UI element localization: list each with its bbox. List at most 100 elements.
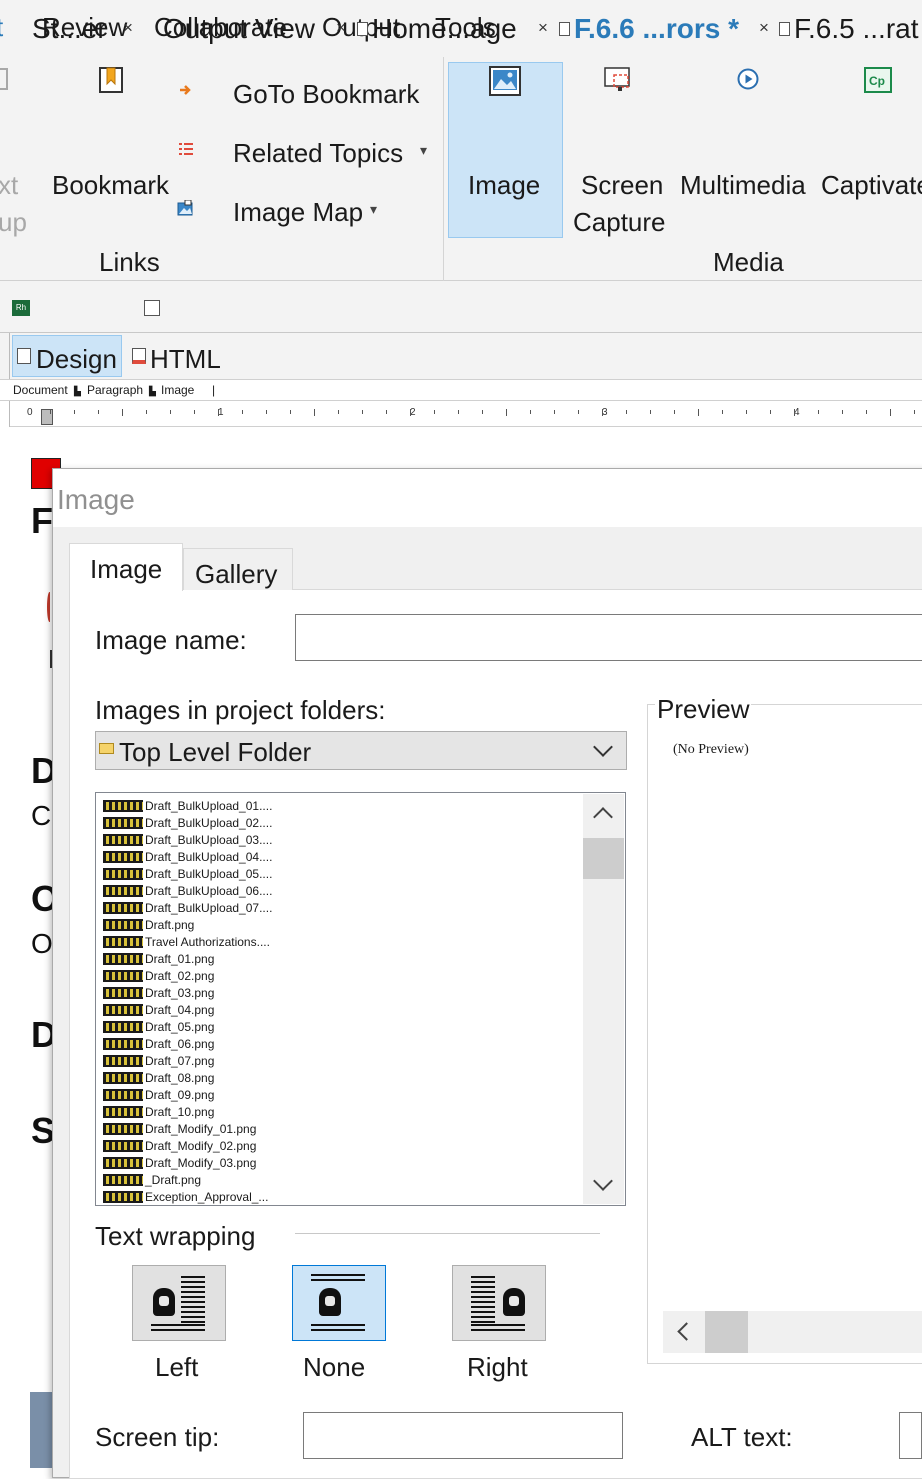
- list-item[interactable]: Draft_BulkUpload_03....: [103, 831, 272, 848]
- image-name-input[interactable]: [295, 614, 922, 661]
- image-file-icon: [103, 1156, 143, 1169]
- image-button-label: Image: [468, 170, 541, 200]
- breadcrumb-document[interactable]: Document: [13, 383, 68, 397]
- goto-bookmark-button[interactable]: GoTo Bookmark: [233, 79, 419, 110]
- list-item[interactable]: Draft_04.png: [103, 1001, 214, 1018]
- list-item[interactable]: Draft.png: [103, 916, 194, 933]
- breadcrumb-paragraph[interactable]: Paragraph: [87, 383, 143, 397]
- file-name: Draft_BulkUpload_03....: [145, 832, 273, 847]
- scrollbar-thumb[interactable]: [705, 1311, 748, 1353]
- list-item[interactable]: Draft_09.png: [103, 1086, 214, 1103]
- close-icon[interactable]: ×: [123, 18, 133, 38]
- list-item[interactable]: Draft_Modify_01.png: [103, 1120, 256, 1137]
- file-name: Draft_BulkUpload_01....: [145, 798, 273, 813]
- close-icon[interactable]: ×: [538, 18, 548, 38]
- image-file-icon: [103, 1173, 143, 1186]
- captivate-button[interactable]: Captivate: [821, 170, 922, 201]
- list-item[interactable]: Exception_Approval_...: [103, 1188, 268, 1205]
- image-file-list[interactable]: Draft_BulkUpload_01.... Draft_BulkUpload_…: [95, 792, 626, 1206]
- list-item[interactable]: Draft_Modify_03.png: [103, 1154, 256, 1171]
- ruler-tick: [770, 410, 771, 414]
- ruler-tick: [122, 409, 123, 416]
- image-file-icon: [103, 918, 143, 931]
- list-item[interactable]: Travel Authorizations....: [103, 933, 270, 950]
- doc-tab-f65[interactable]: F.6.5 ...rat: [779, 13, 919, 45]
- list-item[interactable]: Draft_07.png: [103, 1052, 214, 1069]
- doc-tab-home[interactable]: Home...age: [357, 13, 517, 45]
- list-item[interactable]: Draft_06.png: [103, 1035, 214, 1052]
- wrap-none-button[interactable]: [292, 1265, 386, 1341]
- bookmark-icon[interactable]: [98, 66, 126, 94]
- list-item[interactable]: Draft_BulkUpload_06....: [103, 882, 272, 899]
- ruler-tick: [554, 410, 555, 414]
- list-item[interactable]: Draft_01.png: [103, 950, 214, 967]
- list-item[interactable]: _Draft.png: [103, 1171, 201, 1188]
- editor-heading-fragment: F: [31, 500, 53, 541]
- html-view-tab[interactable]: HTML: [150, 344, 221, 375]
- document-tabs-bar: [0, 281, 922, 333]
- image-file-icon: [103, 969, 143, 982]
- dialog-titlebar[interactable]: [53, 469, 922, 527]
- multimedia-button[interactable]: Multimedia: [680, 170, 806, 201]
- wrap-left-button[interactable]: [132, 1265, 226, 1341]
- scrollbar-thumb[interactable]: [583, 838, 624, 879]
- folder-select-value: Top Level Folder: [119, 737, 312, 767]
- list-item[interactable]: Draft_02.png: [103, 967, 214, 984]
- doc-tab-active[interactable]: F.6.6 ...rors *: [559, 13, 739, 45]
- doc-tab-home-label: Home...age: [372, 13, 517, 44]
- file-name: Draft_09.png: [145, 1087, 215, 1102]
- wrap-none-icon: [319, 1288, 341, 1316]
- tab-image[interactable]: Image: [69, 543, 183, 591]
- captivate-icon: Cp: [864, 67, 892, 93]
- preview-box: [647, 704, 922, 1364]
- wrap-left-label: Left: [155, 1352, 199, 1382]
- ruler-tick: [842, 410, 843, 414]
- bookmark-button[interactable]: Bookmark: [52, 170, 169, 201]
- image-map-dropdown-icon[interactable]: ▾: [370, 201, 377, 218]
- list-item[interactable]: Draft_Modify_02.png: [103, 1137, 256, 1154]
- list-item[interactable]: Draft_10.png: [103, 1103, 214, 1120]
- image-file-icon: [103, 1122, 143, 1135]
- doc-tab-f65-label: F.6.5 ...rat: [794, 13, 919, 44]
- file-name: Exception_Approval_...: [145, 1189, 269, 1204]
- screen-capture-button-line2[interactable]: Capture: [573, 207, 666, 238]
- doc-tab-start[interactable]: St...er: [32, 13, 107, 45]
- close-icon[interactable]: ×: [759, 18, 769, 38]
- editor-fragment-block: [30, 1392, 54, 1468]
- list-item[interactable]: Draft_BulkUpload_07....: [103, 899, 272, 916]
- file-name: Draft_BulkUpload_04....: [145, 849, 273, 864]
- list-item[interactable]: Draft_BulkUpload_04....: [103, 848, 272, 865]
- ruler-tick: [458, 410, 459, 414]
- list-item[interactable]: Draft_BulkUpload_01....: [103, 797, 272, 814]
- images-in-folders-label: Images in project folders:: [95, 695, 386, 725]
- list-item[interactable]: Draft_BulkUpload_05....: [103, 865, 272, 882]
- ribbon-faded-fragment-1: xt: [0, 170, 19, 200]
- multimedia-icon: [737, 68, 759, 90]
- list-item[interactable]: Draft_BulkUpload_02....: [103, 814, 272, 831]
- related-topics-button[interactable]: Related Topics: [233, 138, 403, 169]
- related-topics-dropdown-icon[interactable]: ▾: [420, 142, 427, 159]
- image-map-button[interactable]: Image Map: [233, 197, 363, 228]
- text-lines-icon: [311, 1274, 365, 1284]
- indent-marker-icon[interactable]: [41, 409, 53, 425]
- tab-gallery[interactable]: Gallery: [183, 548, 293, 590]
- list-item[interactable]: Draft_08.png: [103, 1069, 214, 1086]
- ruler-tick: [194, 410, 195, 414]
- list-item[interactable]: Draft_03.png: [103, 984, 214, 1001]
- ruler-tick: [794, 409, 795, 416]
- ruler-tick: [362, 410, 363, 414]
- screen-tip-input[interactable]: [303, 1412, 623, 1459]
- alt-text-input[interactable]: [899, 1412, 922, 1459]
- close-icon[interactable]: ×: [336, 18, 346, 38]
- goto-bookmark-icon: [178, 82, 194, 98]
- preview-horizontal-scrollbar[interactable]: [663, 1311, 922, 1353]
- breadcrumb-image[interactable]: Image: [161, 383, 194, 397]
- ruler-tick: [146, 410, 147, 414]
- screen-capture-button[interactable]: Screen: [581, 170, 663, 201]
- group-divider: [295, 1233, 600, 1234]
- breadcrumb-cursor: |: [212, 383, 216, 397]
- doc-tab-output-view[interactable]: Output View: [163, 13, 315, 45]
- list-item[interactable]: Draft_05.png: [103, 1018, 214, 1035]
- menu-item-prev-fragment[interactable]: t: [0, 12, 3, 43]
- wrap-right-button[interactable]: [452, 1265, 546, 1341]
